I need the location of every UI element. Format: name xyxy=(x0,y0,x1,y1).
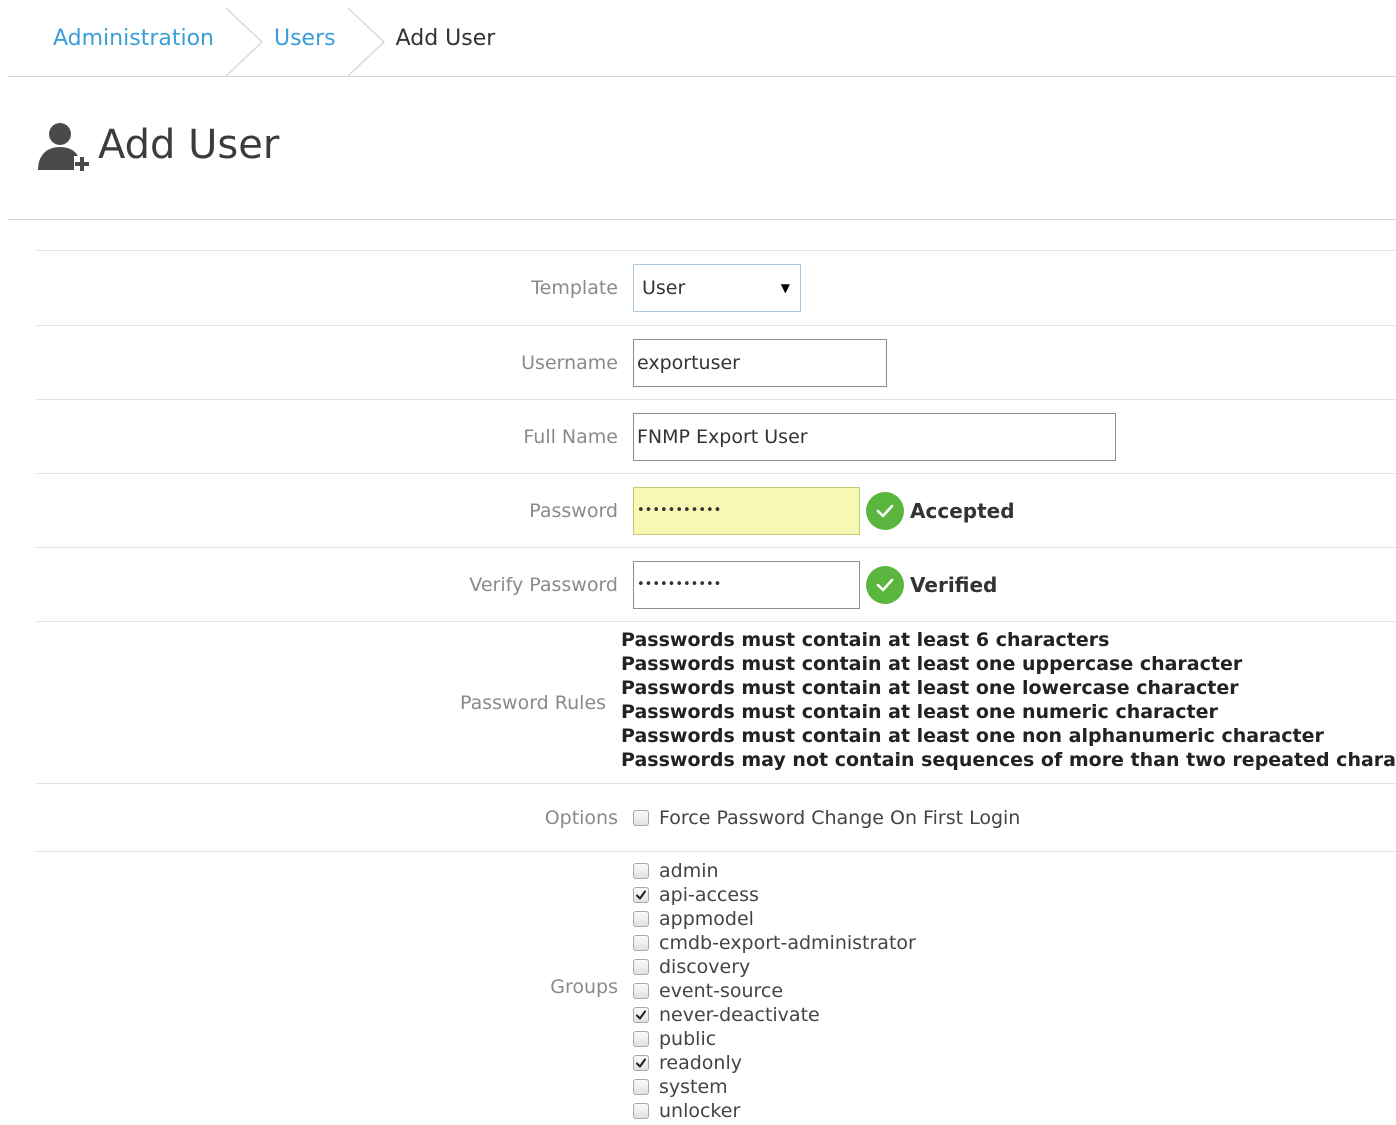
group-label: event-source xyxy=(659,980,784,1002)
group-checkbox-event-source[interactable] xyxy=(633,983,649,999)
group-checkbox-admin[interactable] xyxy=(633,863,649,879)
group-item-event-source: event-source xyxy=(633,979,916,1003)
group-item-public: public xyxy=(633,1027,916,1051)
username-row: Username exportuser xyxy=(36,326,1396,400)
password-rule: Passwords must contain at least one non … xyxy=(621,725,1324,747)
add-user-form: Template User ▼ Username exportuser Full… xyxy=(36,250,1396,1122)
force-password-change-option: Force Password Change On First Login xyxy=(633,806,1020,830)
group-label: unlocker xyxy=(659,1100,741,1122)
template-row: Template User ▼ xyxy=(36,251,1396,326)
group-checkbox-system[interactable] xyxy=(633,1079,649,1095)
password-rules-label: Password Rules xyxy=(459,691,607,714)
verify-password-status-text: Verified xyxy=(910,572,998,597)
password-rules-row: Password Rules Passwords must contain at… xyxy=(36,622,1396,784)
group-item-discovery: discovery xyxy=(633,955,916,979)
full-name-row: Full Name FNMP Export User xyxy=(36,400,1396,474)
password-label: Password xyxy=(529,499,618,522)
verify-password-label: Verify Password xyxy=(469,573,618,596)
group-checkbox-discovery[interactable] xyxy=(633,959,649,975)
group-label: never-deactivate xyxy=(659,1004,820,1026)
page-title: Add User xyxy=(98,122,280,168)
password-rule: Passwords may not contain sequences of m… xyxy=(621,749,1396,771)
force-password-change-checkbox[interactable] xyxy=(633,809,649,826)
page-header: Add User xyxy=(36,118,279,172)
group-item-readonly: readonly xyxy=(633,1051,916,1075)
group-checkbox-api-access[interactable] xyxy=(633,887,649,903)
full-name-label: Full Name xyxy=(523,425,618,448)
group-checkbox-readonly[interactable] xyxy=(633,1055,649,1071)
group-label: appmodel xyxy=(659,908,754,930)
checkmark-icon xyxy=(636,1010,646,1020)
group-checkbox-never-deactivate[interactable] xyxy=(633,1007,649,1023)
full-name-input[interactable]: FNMP Export User xyxy=(633,412,1116,461)
template-select[interactable]: User ▼ xyxy=(633,264,801,312)
group-label: cmdb-export-administrator xyxy=(659,932,916,954)
template-label: Template xyxy=(531,277,618,299)
breadcrumb-separator-icon xyxy=(347,7,385,76)
verify-password-row: Verify Password ••••••••••• Verified xyxy=(36,548,1396,622)
password-input[interactable]: ••••••••••• xyxy=(633,486,860,535)
group-label: admin xyxy=(659,860,719,882)
checkmark-icon xyxy=(866,491,904,530)
group-item-unlocker: unlocker xyxy=(633,1099,916,1123)
password-status-text: Accepted xyxy=(910,498,1015,523)
username-input[interactable]: exportuser xyxy=(633,338,887,387)
checkmark-icon xyxy=(636,890,646,900)
groups-list: admin api-access appmodel cmdb-export-ad… xyxy=(633,852,916,1123)
password-rules-list: Passwords must contain at least 6 charac… xyxy=(621,622,1396,772)
breadcrumb-current: Add User xyxy=(395,25,496,51)
verify-password-input[interactable]: ••••••••••• xyxy=(633,560,860,609)
checkmark-icon xyxy=(636,1058,646,1068)
dropdown-caret-icon: ▼ xyxy=(780,281,790,295)
password-rule: Passwords must contain at least one nume… xyxy=(621,701,1218,723)
force-password-change-label: Force Password Change On First Login xyxy=(659,806,1021,829)
group-item-cmdb-export-administrator: cmdb-export-administrator xyxy=(633,931,916,955)
password-rule: Passwords must contain at least 6 charac… xyxy=(621,629,1110,651)
group-label: system xyxy=(659,1076,728,1098)
breadcrumb-users[interactable]: Users xyxy=(274,0,336,76)
group-checkbox-public[interactable] xyxy=(633,1031,649,1047)
groups-label: Groups xyxy=(550,976,618,998)
template-select-value: User xyxy=(642,277,686,299)
checkmark-icon xyxy=(866,565,904,604)
group-label: api-access xyxy=(659,884,759,906)
verify-password-status: Verified xyxy=(866,565,998,604)
group-item-appmodel: appmodel xyxy=(633,907,916,931)
options-row: Options Force Password Change On First L… xyxy=(36,784,1396,852)
group-item-api-access: api-access xyxy=(633,883,916,907)
password-row: Password ••••••••••• Accepted xyxy=(36,474,1396,548)
options-label: Options xyxy=(544,806,618,829)
group-label: readonly xyxy=(659,1052,742,1074)
group-label: public xyxy=(659,1028,717,1050)
username-label: Username xyxy=(521,351,618,374)
group-label: discovery xyxy=(659,956,751,978)
group-checkbox-unlocker[interactable] xyxy=(633,1103,649,1119)
breadcrumb: Administration Users Add User xyxy=(8,0,1396,77)
breadcrumb-separator-icon xyxy=(225,7,264,76)
password-rule: Passwords must contain at least one uppe… xyxy=(621,653,1243,675)
group-checkbox-appmodel[interactable] xyxy=(633,911,649,927)
group-checkbox-cmdb-export-administrator[interactable] xyxy=(633,935,649,951)
title-divider xyxy=(8,219,1396,220)
password-rule: Passwords must contain at least one lowe… xyxy=(621,677,1239,699)
breadcrumb-administration[interactable]: Administration xyxy=(53,0,214,76)
group-item-never-deactivate: never-deactivate xyxy=(633,1003,916,1027)
group-item-admin: admin xyxy=(633,859,916,883)
groups-row: Groups admin api-access appmodel cmdb-ex… xyxy=(36,852,1396,1122)
add-user-icon xyxy=(38,123,90,172)
password-status: Accepted xyxy=(866,491,1015,530)
group-item-system: system xyxy=(633,1075,916,1099)
